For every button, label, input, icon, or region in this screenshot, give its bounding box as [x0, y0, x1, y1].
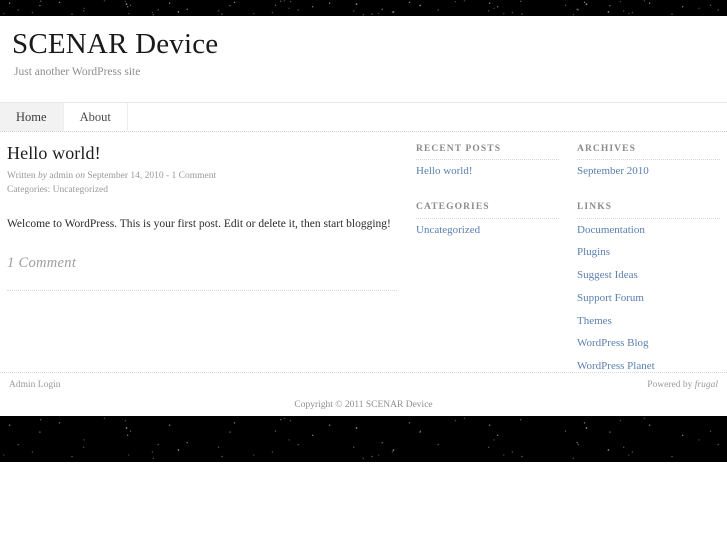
comments-divider [7, 290, 397, 292]
widget-list-recent-posts: Hello world! [416, 160, 559, 183]
link-documentation[interactable]: Documentation [577, 219, 720, 242]
link-themes[interactable]: Themes [577, 310, 720, 333]
post-content-column: Hello world! Written by admin on Septemb… [7, 142, 397, 292]
link-recent-post-hello-world[interactable]: Hello world! [416, 160, 559, 183]
powered-by-prefix: Powered by [647, 380, 695, 390]
nav-list: Home About [0, 103, 727, 131]
post-meta-on: on [75, 170, 85, 181]
link-support-forum[interactable]: Support Forum [577, 287, 720, 310]
sidebar-right: Archives September 2010 Links Documentat… [577, 144, 720, 397]
powered-by-text: Powered by frugal [647, 380, 718, 390]
widget-title-links: Links [577, 202, 720, 219]
link-archive-september-2010[interactable]: September 2010 [577, 160, 720, 183]
link-category-uncategorized[interactable]: Uncategorized [416, 219, 559, 242]
link-plugins[interactable]: Plugins [577, 241, 720, 264]
widget-archives: Archives September 2010 [577, 144, 720, 183]
widget-list-categories: Uncategorized [416, 219, 559, 242]
list-item: September 2010 [577, 160, 720, 183]
site-tagline: Just another WordPress site [14, 66, 141, 78]
starfield-banner-bottom [0, 416, 727, 462]
theme-name[interactable]: frugal [695, 380, 718, 390]
list-item: Support Forum [577, 287, 720, 310]
post-meta-written: Written [7, 170, 39, 181]
list-item: Themes [577, 310, 720, 333]
starfield-banner-top [0, 0, 727, 16]
link-suggest-ideas[interactable]: Suggest Ideas [577, 264, 720, 287]
list-item: WordPress Blog [577, 332, 720, 355]
post-body: Welcome to WordPress. This is your first… [7, 217, 391, 230]
site-title[interactable]: SCENAR Device [12, 28, 218, 61]
list-item: Hello world! [416, 160, 559, 183]
widget-title-categories: Categories [416, 202, 559, 219]
content-wrapper: Hello world! Written by admin on Septemb… [0, 132, 727, 372]
comments-heading: 1 Comment [7, 255, 77, 272]
post-meta-categories[interactable]: Categories: Uncategorized [7, 185, 108, 195]
widget-list-archives: September 2010 [577, 160, 720, 183]
post-meta-date: September 14, 2010 - 1 Comment [84, 170, 217, 181]
list-item: Documentation [577, 219, 720, 242]
post-meta-author[interactable]: admin [47, 171, 76, 181]
admin-login-link[interactable]: Admin Login [9, 380, 60, 390]
copyright-text: Copyright © 2011 SCENAR Device [294, 400, 433, 410]
post-meta-by: by [38, 170, 47, 181]
primary-navigation: Home About [0, 103, 727, 132]
widget-categories: Categories Uncategorized [416, 202, 559, 241]
nav-item-home[interactable]: Home [0, 103, 64, 131]
link-wordpress-blog[interactable]: WordPress Blog [577, 332, 720, 355]
footer-top-row: Admin Login Powered by frugal [0, 373, 727, 395]
list-item: Uncategorized [416, 219, 559, 242]
site-header: SCENAR Device Just another WordPress sit… [0, 16, 727, 102]
widget-title-archives: Archives [577, 144, 720, 161]
page-root: SCENAR Device Just another WordPress sit… [0, 0, 727, 545]
post-title[interactable]: Hello world! [7, 142, 397, 165]
widget-recent-posts: Recent Posts Hello world! [416, 144, 559, 183]
list-item: Suggest Ideas [577, 264, 720, 287]
post-meta: Written by admin on September 14, 2010 -… [7, 169, 397, 198]
list-item: Plugins [577, 241, 720, 264]
nav-item-about[interactable]: About [63, 103, 128, 131]
widget-list-links: Documentation Plugins Suggest Ideas Supp… [577, 219, 720, 378]
widget-title-recent-posts: Recent Posts [416, 144, 559, 161]
sidebar-left: Recent Posts Hello world! Categories Unc… [416, 144, 559, 260]
site-footer: Admin Login Powered by frugal Copyright … [0, 372, 727, 416]
widget-links: Links Documentation Plugins Suggest Idea… [577, 202, 720, 378]
